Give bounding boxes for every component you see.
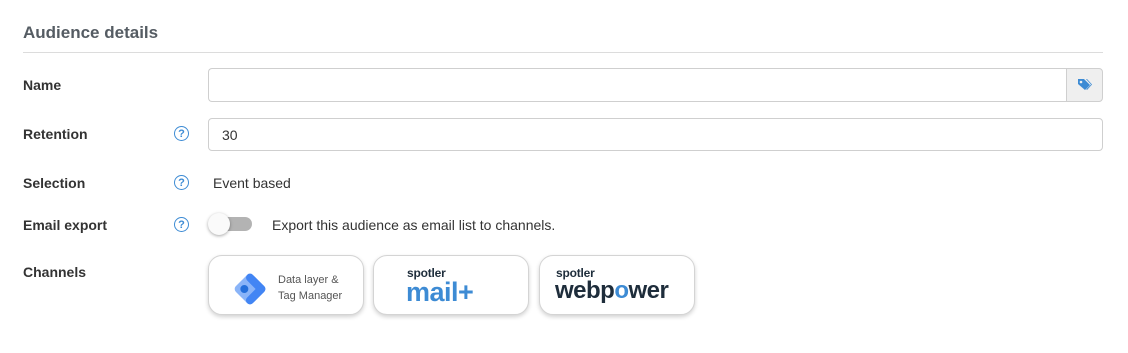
channel-gtm-line1: Data layer & — [278, 274, 339, 286]
name-label: Name — [23, 77, 62, 93]
selection-help-icon[interactable]: ? — [174, 175, 189, 190]
webpower-brand-b: wer — [628, 277, 669, 304]
divider — [23, 52, 1103, 53]
webpower-brand-a: webp — [555, 277, 615, 304]
name-input-group — [208, 68, 1103, 102]
selection-label: Selection — [23, 175, 86, 191]
channel-gtm-line2: Tag Manager — [278, 290, 343, 302]
toggle-knob — [208, 213, 230, 235]
email-export-help-icon[interactable]: ? — [174, 217, 189, 232]
channel-mailplus-button[interactable]: spotler mail+ — [373, 255, 529, 315]
email-export-toggle[interactable] — [208, 213, 254, 235]
channel-gtm-button[interactable]: Data layer & Tag Manager — [208, 255, 364, 315]
webpower-brand-o: o — [614, 277, 629, 304]
retention-label: Retention — [23, 126, 88, 142]
google-tag-manager-icon — [234, 273, 266, 305]
name-input[interactable] — [208, 68, 1066, 102]
channel-gtm-text: Data layer & Tag Manager — [278, 272, 342, 304]
channels-label: Channels — [23, 264, 87, 280]
section-title: Audience details — [23, 23, 159, 42]
retention-help-icon[interactable]: ? — [174, 126, 189, 141]
tag-button[interactable] — [1066, 68, 1103, 102]
retention-input[interactable] — [208, 118, 1103, 151]
webpower-brand-big: webpower — [555, 277, 669, 305]
selection-value: Event based — [213, 175, 291, 191]
email-export-label: Email export — [23, 217, 108, 233]
channel-webpower-button[interactable]: spotler webpower — [539, 255, 695, 315]
tags-icon — [1077, 79, 1092, 90]
mailplus-brand-big: mail+ — [406, 277, 474, 307]
email-export-description: Export this audience as email list to ch… — [272, 217, 556, 233]
